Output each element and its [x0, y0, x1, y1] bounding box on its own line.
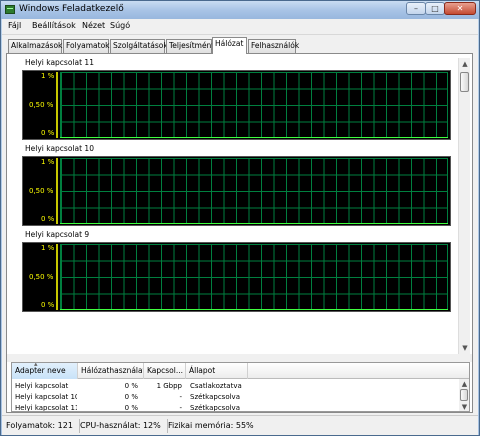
column-adapter-name[interactable]: Adapter neve: [12, 363, 78, 379]
title-bar[interactable]: Windows Feladatkezelő – □ ✕: [1, 1, 479, 19]
graph-y-max-label: 1 %: [41, 158, 55, 166]
table-row[interactable]: Helyi kapcsolat 10 0 % - Szétkapcsolva: [12, 392, 455, 403]
graph-y-min-label: 0 %: [41, 129, 55, 137]
networking-panel: Helyi kapcsolat 11 1 % 0,50 % 0 % Helyi …: [6, 53, 473, 413]
cell-adapter-name: Helyi kapcsolat: [15, 382, 69, 390]
graph-y-axis: [56, 158, 58, 224]
scroll-up-icon[interactable]: ▲: [459, 58, 471, 70]
graph-frame: 1 % 0,50 % 0 %: [22, 70, 451, 140]
tab-performance[interactable]: Teljesítmény: [166, 39, 216, 53]
graph-grid: [60, 72, 448, 138]
graphs-scrollbar[interactable]: ▲ ▼: [458, 58, 470, 354]
window-title: Windows Feladatkezelő: [19, 4, 124, 14]
graph-grid: [60, 158, 448, 224]
graphs-container: Helyi kapcsolat 11 1 % 0,50 % 0 % Helyi …: [11, 58, 458, 354]
graph-frame: 1 % 0,50 % 0 %: [22, 156, 451, 226]
menu-bar: Fájl Beállítások Nézet Súgó: [2, 19, 478, 35]
menu-view[interactable]: Nézet: [82, 21, 105, 30]
graph-usage-line: [60, 223, 448, 224]
graph-y-min-label: 0 %: [41, 215, 55, 223]
table-row[interactable]: Helyi kapcsolat 11 0 % - Szétkapcsolva: [12, 403, 455, 412]
maximize-button[interactable]: □: [425, 2, 445, 15]
tab-services[interactable]: Szolgáltatások: [110, 39, 168, 53]
menu-help[interactable]: Súgó: [110, 21, 130, 30]
table-header: Adapter neve Hálózathasználat Kapcsol...…: [12, 363, 469, 379]
task-manager-icon: [5, 5, 15, 14]
adapter-table: Adapter neve Hálózathasználat Kapcsol...…: [11, 362, 470, 412]
scroll-down-icon[interactable]: ▼: [459, 342, 471, 354]
graph-y-mid-label: 0,50 %: [29, 187, 54, 195]
column-link-speed[interactable]: Kapcsol...: [144, 363, 186, 379]
cell-link-speed: -: [179, 404, 182, 412]
graph-usage-line: [60, 309, 448, 310]
minimize-button[interactable]: –: [406, 2, 426, 15]
graph-title: Helyi kapcsolat 9: [25, 230, 90, 239]
client-area: Alkalmazások Folyamatok Szolgáltatások T…: [2, 35, 478, 415]
status-bar: Folyamatok: 121 CPU-használat: 12% Fizik…: [2, 415, 478, 435]
cell-state: Szétkapcsolva: [190, 404, 240, 412]
cell-state: Csatlakoztatva: [190, 382, 242, 390]
scroll-up-icon[interactable]: ▲: [459, 379, 469, 389]
tab-users[interactable]: Felhasználók: [248, 39, 299, 53]
close-button[interactable]: ✕: [444, 2, 476, 15]
tab-applications[interactable]: Alkalmazások: [8, 39, 62, 53]
tab-networking[interactable]: Hálózat: [212, 37, 247, 54]
cell-utilization: 0 %: [124, 393, 138, 401]
status-physical-memory: Fizikai memória: 55%: [168, 421, 254, 430]
graph-y-mid-label: 0,50 %: [29, 101, 54, 109]
graph-title: Helyi kapcsolat 10: [25, 144, 94, 153]
task-manager-window: Windows Feladatkezelő – □ ✕ Fájl Beállít…: [0, 0, 480, 436]
tab-processes[interactable]: Folyamatok: [63, 39, 110, 53]
cell-utilization: 0 %: [124, 404, 138, 412]
scrollbar-thumb[interactable]: [460, 389, 468, 401]
adapter-table-scrollbar[interactable]: ▲ ▼: [459, 379, 469, 411]
cell-adapter-name: Helyi kapcsolat 10: [15, 393, 77, 401]
cell-link-speed: -: [179, 393, 182, 401]
graph-y-max-label: 1 %: [41, 244, 55, 252]
table-row[interactable]: Helyi kapcsolat 0 % 1 Gbpp Csatlakoztatv…: [12, 381, 455, 392]
graph-y-min-label: 0 %: [41, 301, 55, 309]
graph-usage-line: [60, 137, 448, 138]
graph-y-axis: [56, 244, 58, 310]
status-cpu-usage: CPU-használat: 12%: [80, 419, 168, 433]
panel-splitter[interactable]: [7, 354, 472, 362]
scrollbar-thumb[interactable]: [460, 72, 469, 92]
graph-y-mid-label: 0,50 %: [29, 273, 54, 281]
scroll-down-icon[interactable]: ▼: [459, 402, 469, 411]
status-processes: Folyamatok: 121: [6, 419, 80, 433]
cell-state: Szétkapcsolva: [190, 393, 240, 401]
graph-title: Helyi kapcsolat 11: [25, 58, 94, 67]
menu-file[interactable]: Fájl: [8, 21, 21, 30]
column-network-utilization[interactable]: Hálózathasználat: [78, 363, 144, 379]
graph-grid: [60, 244, 448, 310]
graph-y-max-label: 1 %: [41, 72, 55, 80]
cell-adapter-name: Helyi kapcsolat 11: [15, 404, 77, 412]
cell-link-speed: 1 Gbpp: [156, 382, 182, 390]
cell-utilization: 0 %: [124, 382, 138, 390]
column-state[interactable]: Állapot: [186, 363, 248, 379]
graph-frame: 1 % 0,50 % 0 %: [22, 242, 451, 312]
menu-options[interactable]: Beállítások: [32, 21, 76, 30]
graph-y-axis: [56, 72, 58, 138]
